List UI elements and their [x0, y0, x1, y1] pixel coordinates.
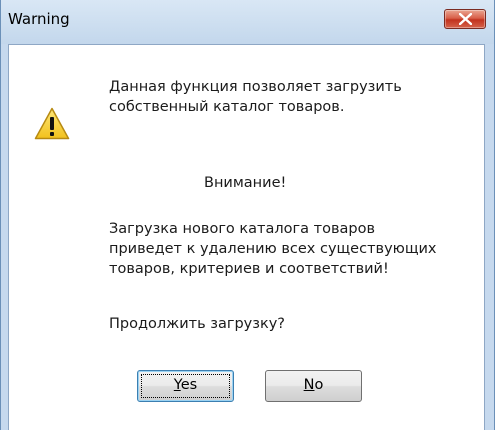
attention-heading: Внимание!: [204, 175, 287, 191]
no-button-label: No: [303, 377, 324, 393]
question-text: Продолжить загрузку?: [109, 316, 285, 332]
close-icon: [459, 13, 472, 25]
warning-message: Загрузка нового каталога товаров приведе…: [109, 221, 437, 277]
window-title: Warning: [8, 10, 70, 28]
warning-triangle-icon: [34, 107, 70, 140]
dialog-window: Warning Данная функция позволяет загрузи…: [0, 0, 495, 430]
dialog-content: Данная функция позволяет загрузить собст…: [8, 44, 485, 430]
close-button[interactable]: [444, 9, 486, 29]
yes-button[interactable]: Yes: [137, 370, 234, 402]
no-button[interactable]: No: [265, 370, 362, 402]
title-bar[interactable]: Warning: [1, 0, 494, 44]
intro-message: Данная функция позволяет загрузить собст…: [109, 79, 402, 115]
yes-button-label: Yes: [173, 377, 198, 393]
